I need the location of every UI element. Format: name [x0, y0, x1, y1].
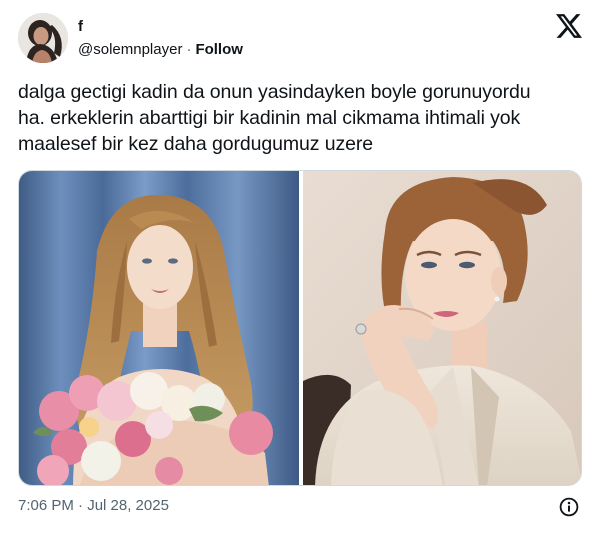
media-grid[interactable] — [18, 170, 582, 486]
tweet-text-line: ha. erkeklerin abarttigi bir kadinin mal… — [18, 107, 521, 129]
tweet-text: dalga gectigi kadin da onun yasindayken … — [18, 79, 592, 157]
info-icon[interactable] — [559, 497, 579, 517]
separator-dot: · — [186, 41, 192, 58]
photo-portrait-with-flowers[interactable] — [19, 171, 299, 485]
tweet-text-line: maalesef bir kez daha gordugumuz uzere — [18, 133, 373, 155]
author-handle[interactable]: @solemnplayer — [78, 41, 182, 58]
avatar-image — [18, 13, 68, 63]
tweet-timestamp[interactable]: 7:06 PM · Jul 28, 2025 — [18, 497, 169, 514]
tweet-card: f @solemnplayer · Follow dalga gectigi kad… — [0, 0, 600, 536]
author-avatar[interactable] — [18, 13, 68, 63]
photo-portrait-hand-on-chin[interactable] — [303, 171, 581, 485]
x-logo-icon[interactable] — [556, 14, 582, 38]
author-name[interactable]: f — [78, 18, 83, 35]
author-handle-row: @solemnplayer · Follow — [78, 41, 243, 58]
tweet-text-line: dalga gectigi kadin da onun yasindayken … — [18, 81, 531, 103]
follow-button[interactable]: Follow — [195, 41, 243, 58]
